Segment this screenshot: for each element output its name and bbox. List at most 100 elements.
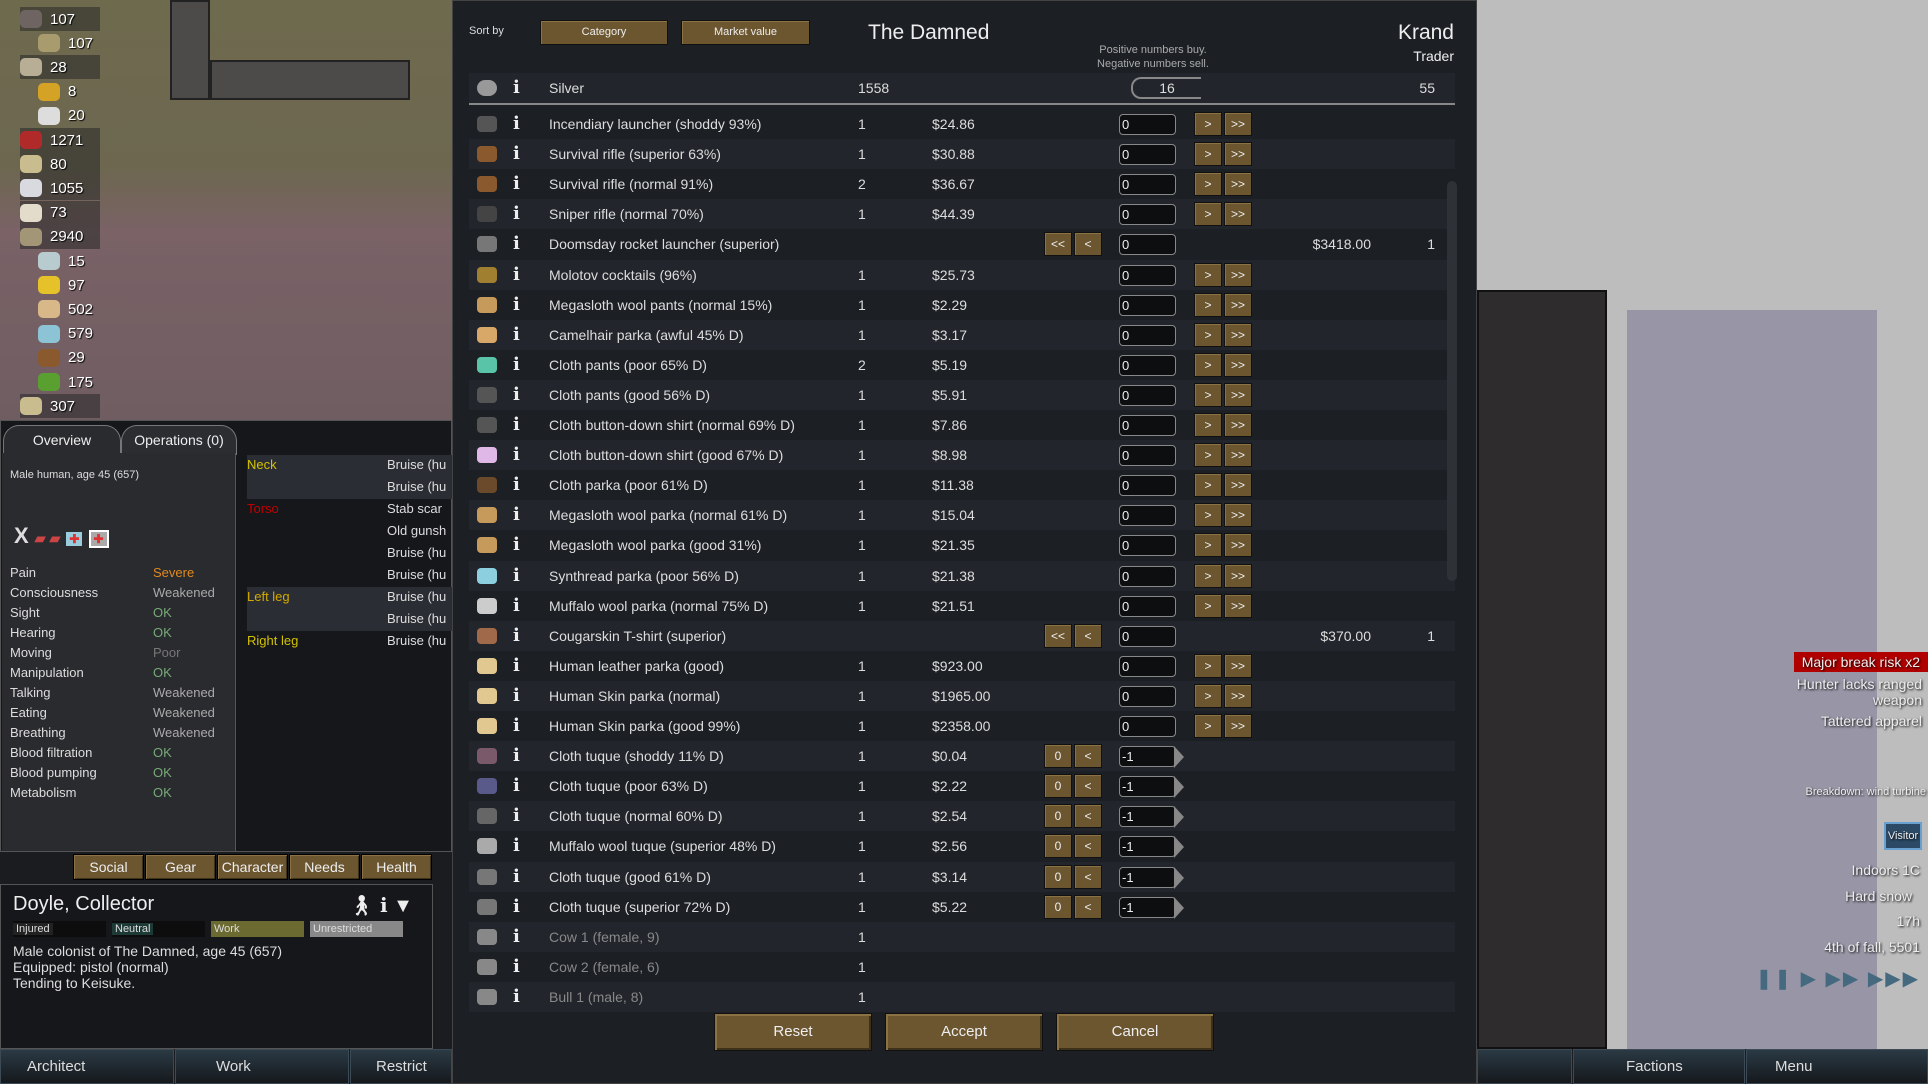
info-icon[interactable]: i	[513, 350, 520, 380]
cancel-button[interactable]: Cancel	[1056, 1013, 1214, 1051]
trade-amount-input[interactable]: 0	[1119, 595, 1176, 617]
info-icon[interactable]: i	[513, 199, 520, 229]
trade-amount-input[interactable]: 0	[1119, 655, 1176, 677]
trade-amount-input[interactable]: 0	[1119, 505, 1176, 527]
resource-item[interactable]: 307	[20, 394, 100, 419]
trade-amount-input[interactable]: 0	[1119, 144, 1176, 166]
info-icon[interactable]: i	[513, 530, 520, 560]
take-all-button[interactable]: <<	[1044, 623, 1072, 648]
give-all-button[interactable]: >>	[1224, 533, 1252, 558]
give-all-button[interactable]: >>	[1224, 262, 1252, 287]
trade-amount-input[interactable]: 0	[1119, 234, 1176, 256]
trade-amount-input[interactable]: 0	[1119, 174, 1176, 196]
resource-item[interactable]: 97	[38, 273, 85, 297]
info-icon[interactable]: i	[513, 169, 520, 199]
give-one-button[interactable]: >	[1194, 352, 1222, 377]
give-all-button[interactable]: >>	[1224, 202, 1252, 227]
info-icon[interactable]: i	[513, 711, 520, 741]
resource-item[interactable]: 579	[38, 322, 93, 346]
info-icon[interactable]: i	[513, 591, 520, 621]
take-one-button[interactable]: <	[1074, 804, 1102, 829]
letter-breakdown[interactable]: Breakdown: wind turbine	[1806, 786, 1926, 798]
give-one-button[interactable]: >	[1194, 593, 1222, 618]
info-icon[interactable]: i	[513, 651, 520, 681]
trade-amount-input[interactable]: 0	[1119, 445, 1176, 467]
badge-health[interactable]: Injured	[13, 921, 106, 937]
give-all-button[interactable]: >>	[1224, 112, 1252, 136]
trade-amount-input[interactable]: 0	[1119, 685, 1176, 707]
info-icon[interactable]: i	[513, 892, 520, 922]
body-part-row[interactable]: Right leg Bruise (hu	[247, 631, 452, 653]
inspect-tab-health[interactable]: Health	[361, 854, 432, 880]
trade-amount-input[interactable]: 0	[1119, 716, 1176, 737]
trade-amount-input[interactable]: 0	[1119, 354, 1176, 376]
menu-work[interactable]: Work	[175, 1049, 349, 1084]
info-icon[interactable]: i	[513, 741, 520, 771]
reset-zero-button[interactable]: 0	[1044, 774, 1072, 799]
give-one-button[interactable]: >	[1194, 322, 1222, 347]
info-icon[interactable]: i	[513, 320, 520, 350]
trade-amount-input[interactable]: -1	[1119, 776, 1176, 798]
trade-amount-input[interactable]: 0	[1119, 565, 1176, 587]
menu-main[interactable]: Menu	[1746, 1049, 1928, 1084]
alert-tattered[interactable]: Tattered apparel	[1821, 713, 1922, 729]
info-icon[interactable]: i	[513, 771, 520, 801]
give-all-button[interactable]: >>	[1224, 443, 1252, 468]
give-one-button[interactable]: >	[1194, 413, 1222, 437]
trade-amount-input[interactable]: -1	[1119, 836, 1176, 858]
info-icon[interactable]: i	[513, 922, 520, 952]
accept-button[interactable]: Accept	[885, 1013, 1043, 1051]
give-one-button[interactable]: >	[1194, 292, 1222, 317]
info-icon[interactable]: i	[513, 801, 520, 831]
info-icon[interactable]: i	[513, 260, 520, 290]
give-all-button[interactable]: >>	[1224, 683, 1252, 708]
give-one-button[interactable]: >	[1194, 503, 1222, 528]
reset-zero-button[interactable]: 0	[1044, 744, 1072, 769]
time-speed-controls[interactable]: ❚❚ ▶ ▶▶ ▶▶▶	[1756, 966, 1920, 991]
give-one-button[interactable]: >	[1194, 653, 1222, 678]
info-icon[interactable]: i	[513, 229, 520, 259]
trade-amount-input[interactable]: 0	[1119, 264, 1176, 286]
resource-item[interactable]: 2940	[20, 224, 100, 249]
give-all-button[interactable]: >>	[1224, 593, 1252, 618]
give-one-button[interactable]: >	[1194, 262, 1222, 287]
give-one-button[interactable]: >	[1194, 202, 1222, 227]
give-one-button[interactable]: >	[1194, 382, 1222, 407]
map-view-left[interactable]: 107 107 28 8 20 1271 80 1055 73 2940 15 97 502 579 29 1…	[0, 0, 452, 420]
resource-item[interactable]: 80	[20, 152, 100, 177]
info-icon[interactable]: i	[513, 109, 520, 139]
resource-item[interactable]: 175	[38, 370, 93, 394]
give-all-button[interactable]: >>	[1224, 142, 1252, 167]
menu-restrict[interactable]: Restrict	[350, 1049, 452, 1084]
alert-hunter[interactable]: Hunter lacks ranged weapon	[1772, 676, 1922, 708]
info-icon[interactable]: i	[513, 831, 520, 861]
give-one-button[interactable]: >	[1194, 563, 1222, 588]
resource-item[interactable]: 1055	[20, 176, 100, 201]
info-icon[interactable]: i	[513, 410, 520, 440]
inspect-tab-social[interactable]: Social	[73, 854, 144, 880]
reset-zero-button[interactable]: 0	[1044, 864, 1072, 889]
resource-item[interactable]: 15	[38, 249, 85, 273]
take-one-button[interactable]: <	[1074, 894, 1102, 919]
take-all-button[interactable]: <<	[1044, 232, 1072, 257]
trade-amount-input[interactable]: 0	[1119, 475, 1176, 497]
trade-amount-input[interactable]: 0	[1119, 535, 1176, 557]
trade-amount-input[interactable]: 0	[1119, 294, 1176, 316]
reset-zero-button[interactable]: 0	[1044, 804, 1072, 829]
info-icon[interactable]: i	[513, 561, 520, 591]
take-one-button[interactable]: <	[1074, 623, 1102, 648]
give-all-button[interactable]: >>	[1224, 413, 1252, 437]
info-icon[interactable]: i	[513, 440, 520, 470]
trade-amount-input[interactable]: 0	[1119, 114, 1176, 135]
give-all-button[interactable]: >>	[1224, 714, 1252, 738]
resource-item[interactable]: 107	[38, 31, 93, 55]
give-all-button[interactable]: >>	[1224, 352, 1252, 377]
inspect-tab-gear[interactable]: Gear	[145, 854, 216, 880]
menu-architect[interactable]: Architect	[0, 1049, 174, 1084]
give-one-button[interactable]: >	[1194, 172, 1222, 197]
reset-zero-button[interactable]: 0	[1044, 894, 1072, 919]
badge-schedule[interactable]: Work	[211, 921, 304, 937]
medical-care-icons[interactable]: X ▰ ▰ ✚ ✚	[14, 523, 109, 549]
give-one-button[interactable]: >	[1194, 683, 1222, 708]
trade-amount-input[interactable]: 0	[1119, 625, 1176, 647]
